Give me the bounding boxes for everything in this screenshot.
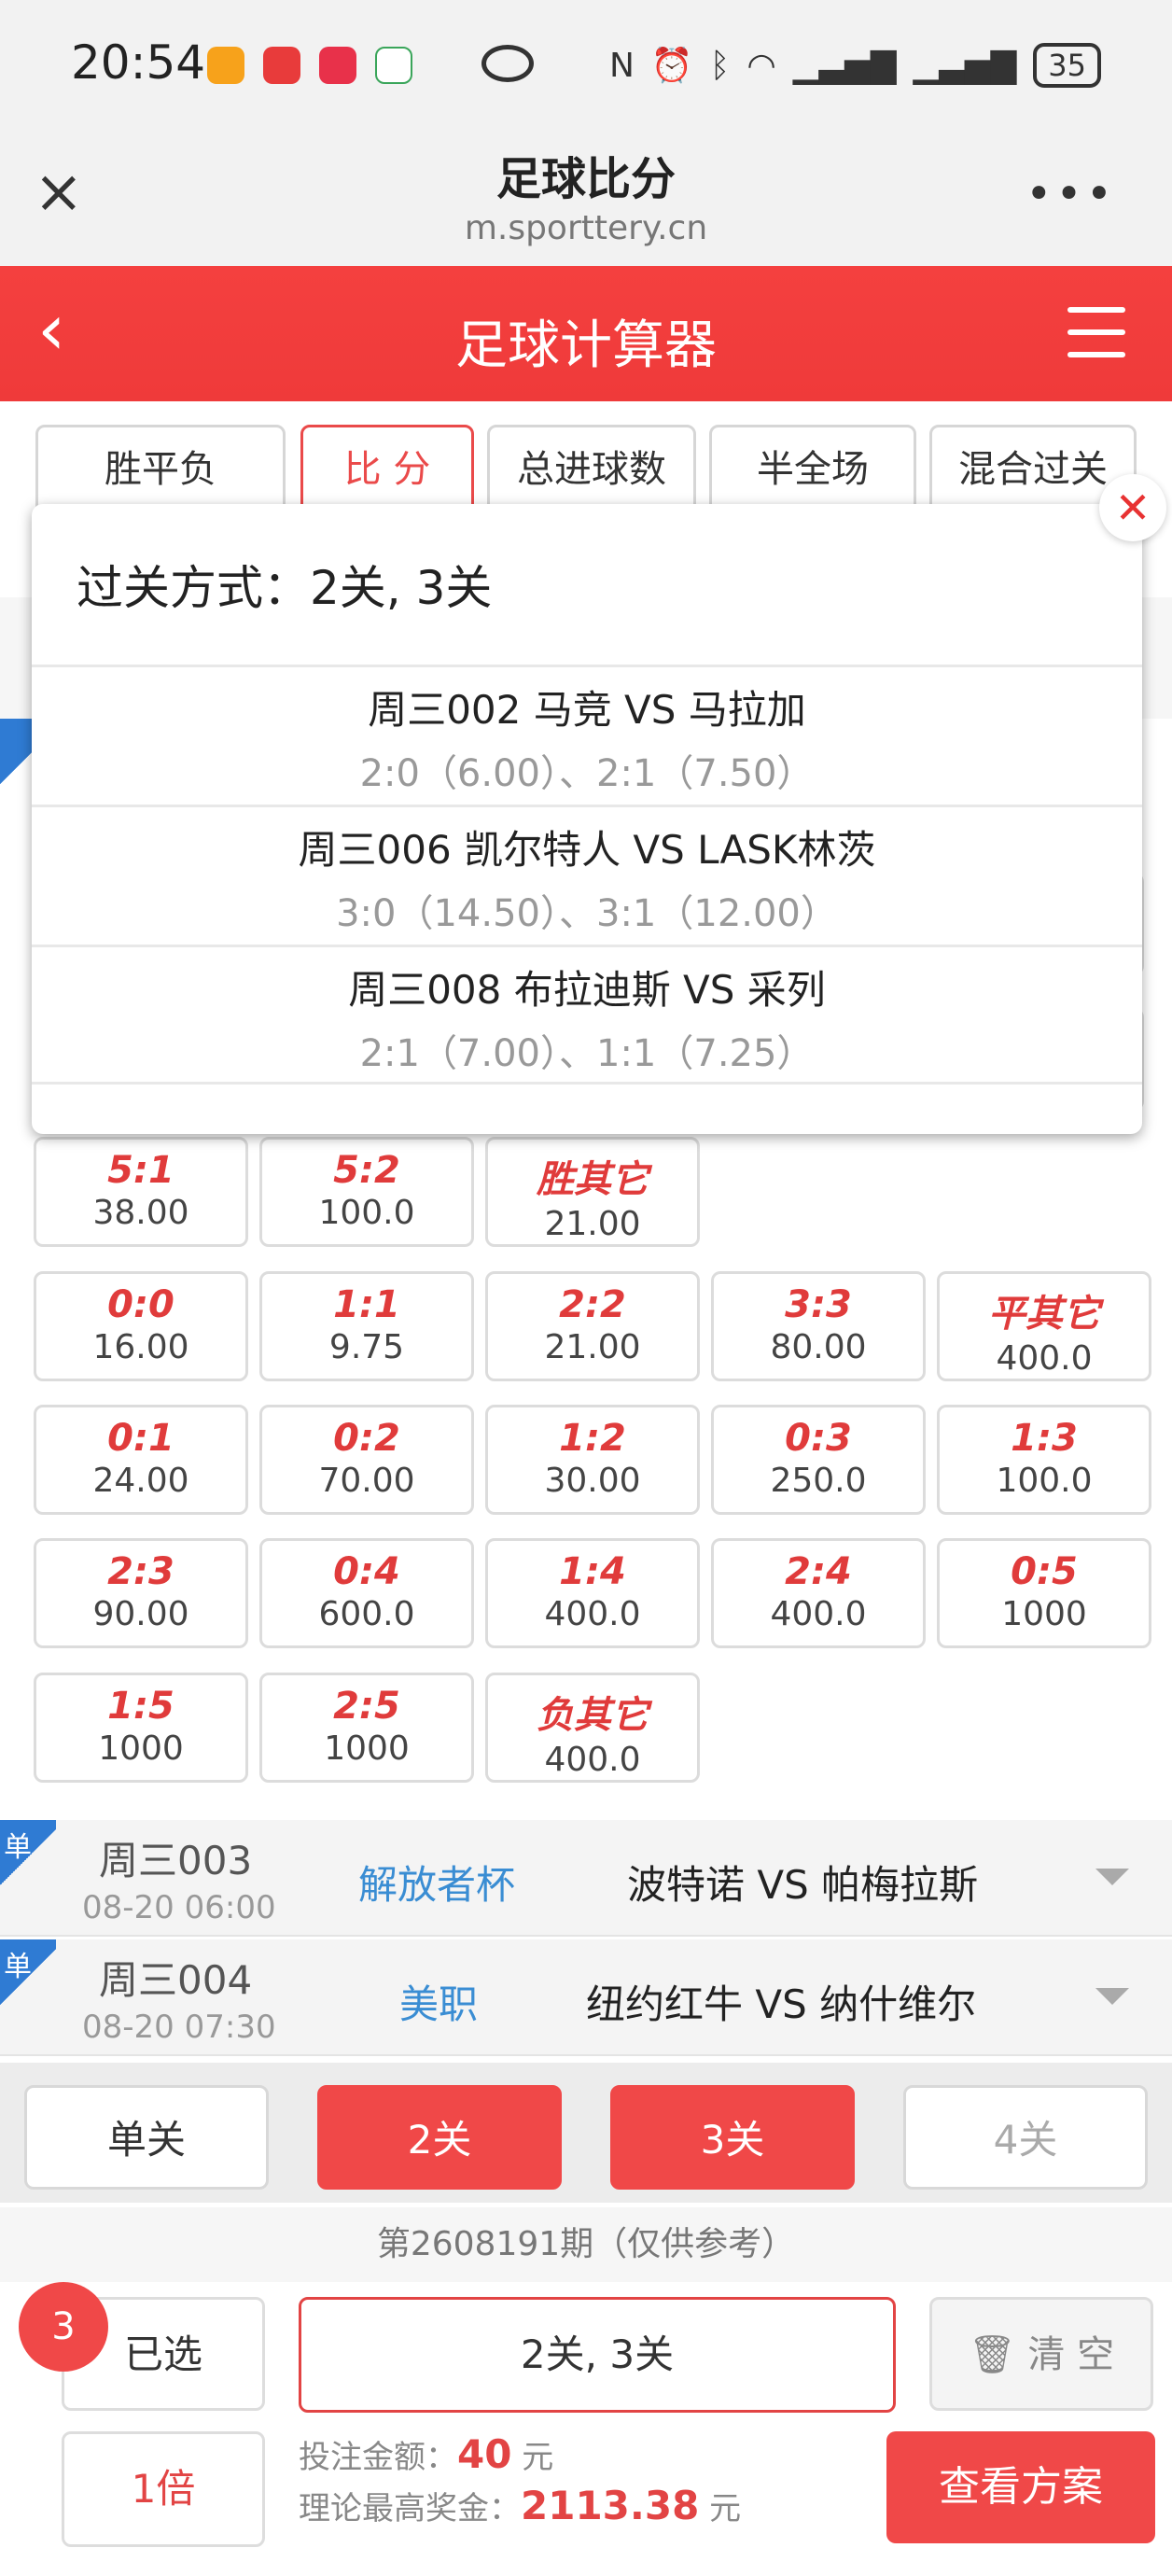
page-title: 足球比分 (495, 153, 676, 205)
bet-amount: 投注金额：40 元 理论最高奖金：2113.38 元 (299, 2431, 742, 2528)
chevron-down-icon[interactable] (1095, 1988, 1129, 2005)
pass-single-button[interactable]: 单关 (24, 2085, 269, 2190)
app-notification-icon (375, 47, 412, 84)
odds-cell[interactable]: 5:2 100.0 (259, 1137, 474, 1247)
wifi-icon: ◠ (746, 46, 776, 85)
pass-4-button[interactable]: 4关 (903, 2085, 1148, 2190)
match-teams: 纽约红牛 VS 纳什维尔 (586, 1981, 977, 2027)
popup-match-row: 周三008 布拉迪斯 VS 采列 2:1（7.00）、1:1（7.25） (32, 945, 1142, 1085)
bluetooth-icon: ᛒ (709, 46, 731, 85)
signal-icon: ▁▃▅▇ (792, 46, 897, 85)
header-title: 足球计算器 (455, 315, 717, 376)
clear-button[interactable]: 🗑 清 空 (929, 2297, 1153, 2411)
app-notification-icon (207, 47, 244, 84)
odds-cell[interactable]: 0:1 24.00 (34, 1405, 248, 1515)
odds-cell[interactable]: 0:5 1000 (937, 1538, 1151, 1648)
match-league: 解放者杯 (358, 1862, 516, 1908)
match-date: 08-20 07:30 (82, 2009, 276, 2046)
eye-icon (481, 45, 534, 82)
status-time: 20:54 (71, 35, 206, 90)
pass-detail-popup: 过关方式：2关, 3关 周三002 马竞 VS 马拉加 2:0（6.00）、2:… (32, 504, 1142, 1134)
app-header: ‹ 足球计算器 (0, 266, 1172, 401)
match-week: 周三003 (99, 1838, 253, 1883)
odds-cell[interactable]: 1:4 400.0 (485, 1538, 700, 1648)
chevron-down-icon[interactable] (1095, 1869, 1129, 1885)
multiplier-button[interactable]: 1倍 (62, 2431, 265, 2547)
match-date: 08-20 06:00 (82, 1889, 276, 1926)
popup-title: 过关方式：2关, 3关 (77, 561, 493, 615)
pass-2-button[interactable]: 2关 (317, 2085, 562, 2190)
pass-3-button[interactable]: 3关 (610, 2085, 855, 2190)
popup-match-row: 周三006 凯尔特人 VS LASK林茨 3:0（14.50）、3:1（12.0… (32, 805, 1142, 945)
odds-cell[interactable]: 胜其它 21.00 (485, 1137, 700, 1247)
browser-bar: × 足球比分 m.sporttery.cn ••• (0, 131, 1172, 266)
odds-cell[interactable]: 0:4 600.0 (259, 1538, 474, 1648)
match-teams: 波特诺 VS 帕梅拉斯 (627, 1862, 979, 1908)
single-badge-icon: 单 (0, 1820, 56, 1895)
page-url: m.sporttery.cn (464, 209, 708, 247)
odds-cell[interactable]: 1:2 30.00 (485, 1405, 700, 1515)
score-odds-grid: 5:1 38.00 5:2 100.0 胜其它 21.00 0:0 16.00 1:1 9… (0, 1120, 1172, 1811)
status-bar: 20:54 N ⏰ ᛒ ◠ ▁▃▅▇ ▁▃▅▇ 35 (0, 0, 1172, 131)
odds-cell[interactable]: 2:4 400.0 (711, 1538, 926, 1648)
match-row[interactable]: 单 周三003 08-20 06:00 解放者杯 波特诺 VS 帕梅拉斯 (0, 1820, 1172, 1937)
odds-cell[interactable]: 2:2 21.00 (485, 1271, 700, 1381)
more-icon[interactable]: ••• (1026, 168, 1116, 220)
alarm-icon: ⏰ (650, 47, 693, 85)
pass-mode-display[interactable]: 2关, 3关 (299, 2297, 896, 2413)
menu-icon[interactable] (1067, 307, 1125, 357)
bet-panel: 3 已选 2关, 3关 🗑 清 空 1倍 投注金额：40 元 理论最高奖金：21… (0, 2282, 1172, 2576)
match-league: 美职 (399, 1981, 479, 2027)
popup-match-row: 周三002 马竞 VS 马拉加 2:0（6.00）、2:1（7.50） (32, 665, 1142, 805)
odds-cell[interactable]: 0:0 16.00 (34, 1271, 248, 1381)
trash-icon: 🗑 (968, 2333, 1028, 2376)
single-badge-icon: 单 (0, 1939, 56, 2014)
nfc-icon: N (608, 46, 635, 85)
odds-cell[interactable]: 1:5 1000 (34, 1673, 248, 1783)
match-row[interactable]: 单 周三004 08-20 07:30 美职 纽约红牛 VS 纳什维尔 (0, 1939, 1172, 2056)
signal-icon: ▁▃▅▇ (913, 46, 1017, 85)
pass-type-bar: 单关 2关 3关 4关 (0, 2063, 1172, 2203)
match-week: 周三004 (99, 1957, 253, 2003)
app-notification-icon (319, 47, 356, 84)
odds-cell[interactable]: 0:2 70.00 (259, 1405, 474, 1515)
odds-cell[interactable]: 1:3 100.0 (937, 1405, 1151, 1515)
odds-cell[interactable]: 平其它 400.0 (937, 1271, 1151, 1381)
odds-cell[interactable]: 0:3 250.0 (711, 1405, 926, 1515)
selected-count-badge: 3 (19, 2282, 108, 2372)
odds-cell[interactable]: 2:5 1000 (259, 1673, 474, 1783)
odds-cell[interactable]: 3:3 80.00 (711, 1271, 926, 1381)
odds-cell[interactable]: 5:1 38.00 (34, 1137, 248, 1247)
popup-close-icon[interactable]: ✕ (1099, 474, 1166, 541)
odds-cell[interactable]: 负其它 400.0 (485, 1673, 700, 1783)
odds-cell[interactable]: 2:3 90.00 (34, 1538, 248, 1648)
play-type-tabs: 胜平负 比 分 总进球数 半全场 混合过关 (35, 425, 1155, 518)
battery-icon: 35 (1033, 43, 1101, 88)
odds-cell[interactable]: 1:1 9.75 (259, 1271, 474, 1381)
app-notification-icon (263, 47, 300, 84)
view-plan-button[interactable]: 查看方案 (886, 2431, 1155, 2543)
period-label: 第2608191期（仅供参考） (0, 2207, 1172, 2282)
